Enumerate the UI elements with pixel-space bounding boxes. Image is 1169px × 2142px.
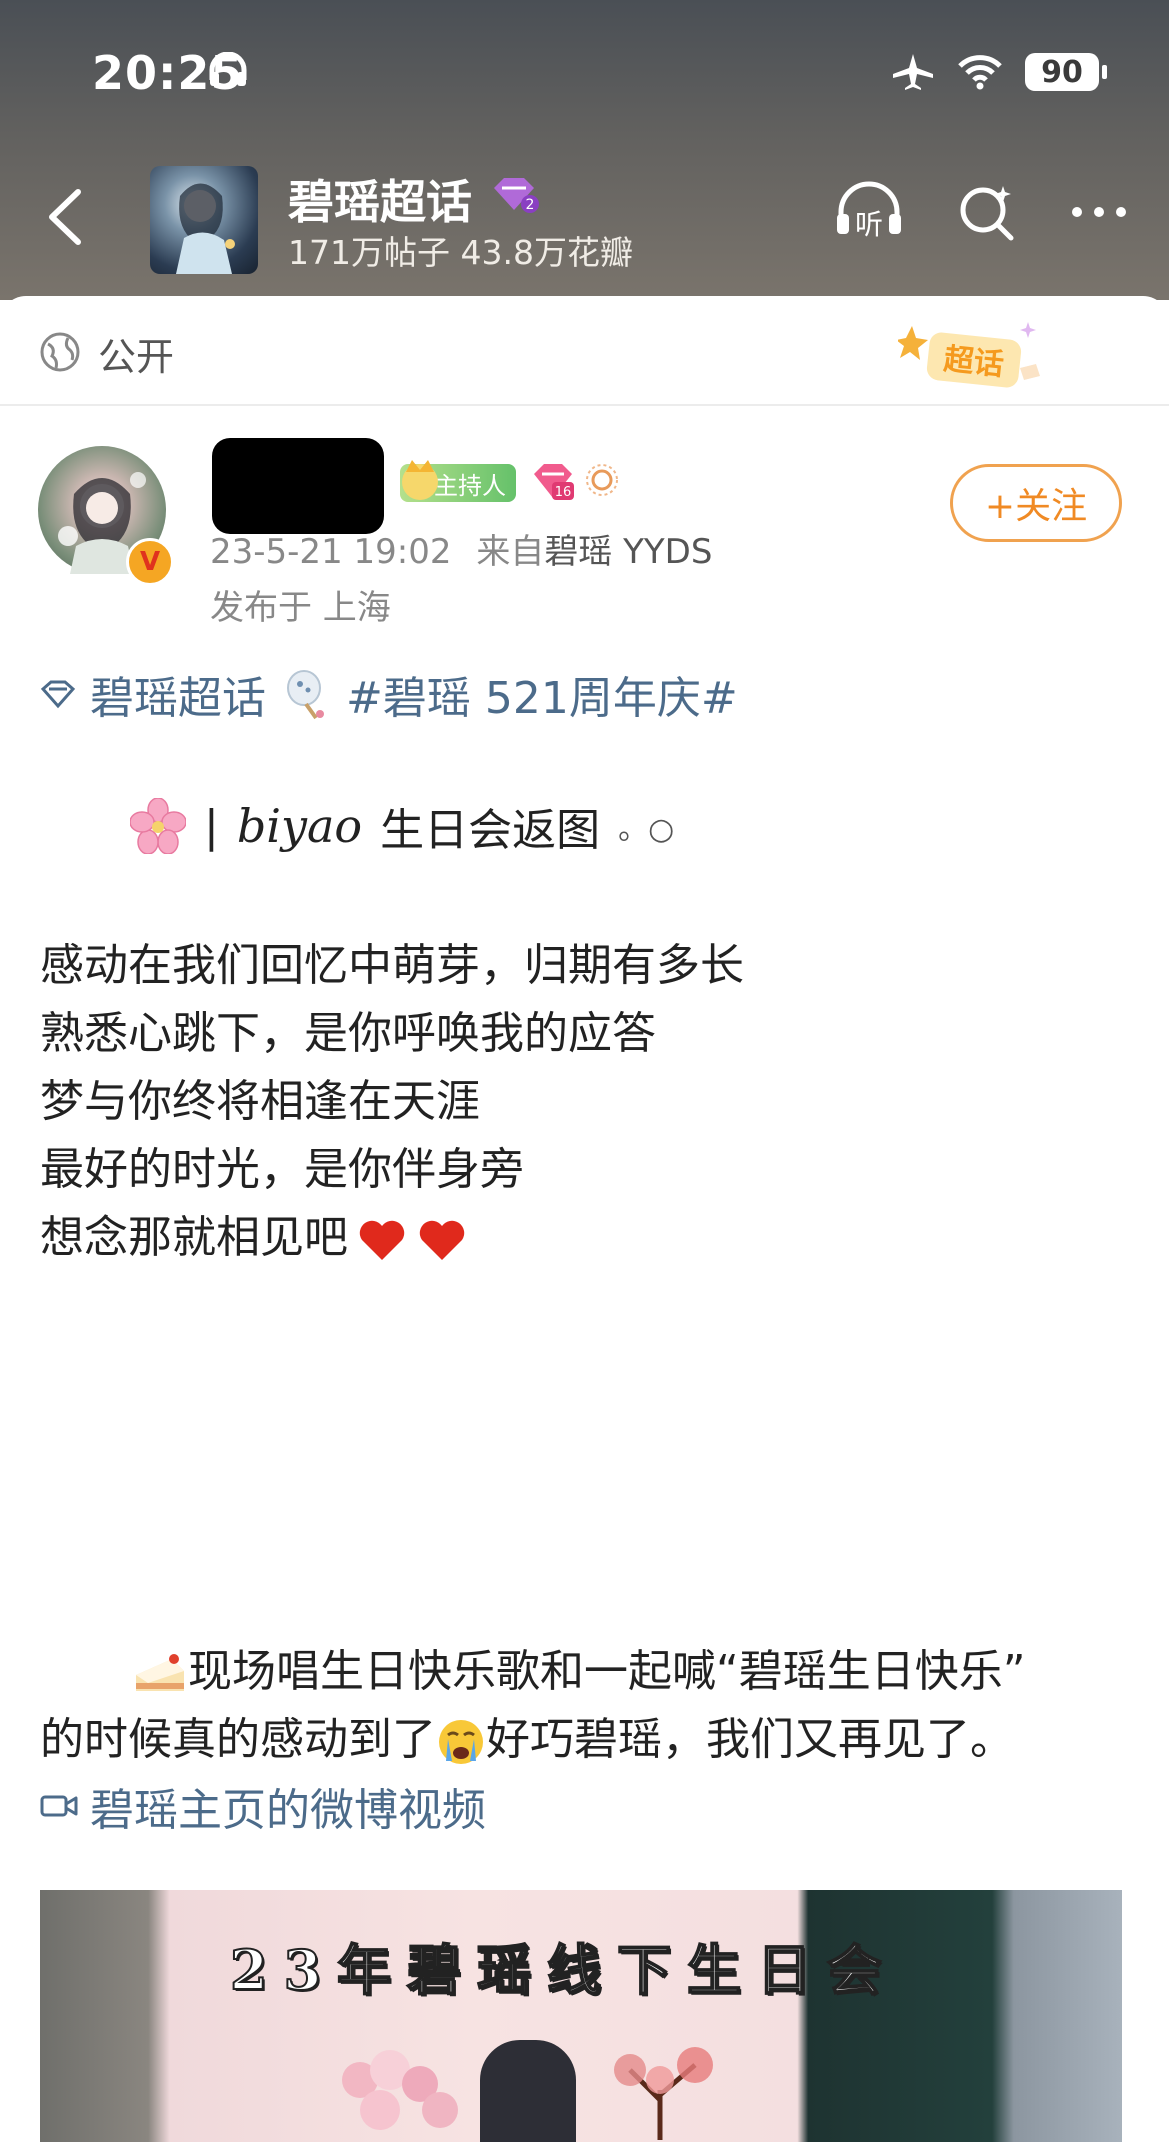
blossom-tree-illustration [614, 2047, 713, 2140]
poem-block: 感动在我们回忆中萌芽，归期有多长 熟悉心跳下，是你呼唤我的应答 梦与你终将相逢在… [40, 932, 744, 1272]
airplane-icon [893, 54, 933, 90]
post-paragraph: 现场唱生日快乐歌和一起喊“碧瑶生日快乐” 的时候真的感动到了 好巧碧瑶，我们又再见… [40, 1638, 1140, 1774]
fan-emoji-icon [287, 670, 324, 720]
topic-stats: 171万帖子 43.8万花瓣 [288, 233, 633, 272]
svg-text:2: 2 [526, 197, 535, 213]
back-icon[interactable] [36, 182, 96, 252]
topic-title: 碧瑶超话 [288, 175, 472, 229]
search-icon[interactable] [955, 180, 1019, 244]
follow-button[interactable]: +关注 [950, 464, 1122, 542]
post-meta-time-source: 23-5-21 19:02 来自碧瑶 YYDS [210, 524, 712, 573]
paragraph-line-1: 现场唱生日快乐歌和一起喊“碧瑶生日快乐” [40, 1638, 1140, 1706]
status-icons: 90 [891, 52, 1107, 92]
sun-badge-icon [586, 464, 618, 496]
visibility-row: 公开 超话 [0, 296, 1169, 406]
post-subtitle: | biyao 生日会返图 。○ [130, 794, 674, 858]
more-icon[interactable] [1069, 202, 1129, 222]
subtitle-script: biyao [236, 799, 363, 853]
subtitle-text: 生日会返图 [380, 805, 601, 856]
topic-tags-row: 碧瑶超话 #碧瑶 521周年庆# [40, 662, 738, 726]
post-source[interactable]: 碧瑶 YYDS [544, 532, 712, 572]
topic-nav-bar: 碧瑶超话 2 171万帖子 43.8万花瓣 听 [0, 160, 1169, 274]
topic-tag-link[interactable]: 碧瑶超话 [90, 662, 266, 726]
visibility-label: 公开 [98, 335, 175, 379]
poem-line: 梦与你终将相逢在天涯 [40, 1076, 480, 1127]
cake-icon [136, 1654, 184, 1691]
heart-icon [419, 1220, 465, 1260]
post-timestamp: 23-5-21 19:02 [210, 532, 452, 572]
paragraph-line-2: 的时候真的感动到了 好巧碧瑶，我们又再见了。 [40, 1706, 1140, 1774]
paragraph-text-1: 现场唱生日快乐歌和一起喊“碧瑶生日快乐” [188, 1646, 1026, 1697]
topic-level-icon: 2 [494, 178, 539, 213]
listen-icon[interactable]: 听 [833, 180, 905, 244]
video-overlay-title: 23年碧瑶线下生日会 [229, 1937, 898, 2003]
svg-text:16: 16 [555, 485, 572, 500]
headphones-icon [209, 52, 247, 86]
subtitle-dots: 。○ [618, 812, 675, 847]
header-background: 20:25 90 碧瑶超话 2 171万帖子 43.8万花瓣 听 [0, 0, 1169, 300]
topic-diamond-icon [40, 680, 76, 709]
post-card: 公开 超话 V 主持人 16 23-5-21 19:02 来自碧瑶 YYDS 发… [0, 296, 1169, 2142]
redacted-username [212, 438, 384, 534]
cherry-blossom-icon [130, 798, 186, 854]
paragraph-text-2a: 的时候真的感动到了 [40, 1714, 436, 1765]
chaohua-badge-icon: 超话 [898, 322, 1040, 388]
post-location: 发布于 上海 [210, 588, 391, 628]
hashtag-link[interactable]: #碧瑶 521周年庆# [346, 662, 738, 726]
poem-line: 感动在我们回忆中萌芽，归期有多长 [40, 940, 744, 991]
host-badge-icon [402, 460, 438, 500]
heart-icon [359, 1220, 405, 1260]
topic-cover-image[interactable] [150, 166, 258, 274]
wifi-icon [958, 55, 1002, 90]
video-link[interactable]: 碧瑶主页的微博视频 [40, 1774, 486, 1838]
balloons-illustration [342, 2050, 458, 2130]
crying-face-icon [439, 1720, 483, 1764]
poem-line: 最好的时光，是你伴身旁 [40, 1144, 524, 1195]
member-level-icon: 16 [534, 464, 574, 500]
source-prefix: 来自 [476, 532, 545, 572]
subtitle-bar: | [204, 800, 219, 852]
svg-text:超话: 超话 [942, 342, 1005, 383]
poem-line: 想念那就相见吧 [40, 1212, 348, 1263]
video-link-label: 碧瑶主页的微博视频 [90, 1785, 486, 1836]
cover-illustration [176, 183, 235, 274]
video-figure [480, 2040, 576, 2142]
verified-badge: V [126, 538, 174, 586]
battery-icon: 90 [1025, 53, 1107, 91]
video-icon [40, 1795, 78, 1817]
poem-line: 熟悉心跳下，是你呼唤我的应答 [40, 1008, 656, 1059]
video-thumbnail[interactable]: 23年碧瑶线下生日会 [40, 1890, 1122, 2142]
svg-text:听: 听 [855, 208, 883, 241]
paragraph-text-2b: 好巧碧瑶，我们又再见了。 [486, 1714, 1014, 1765]
poem-last-line: 想念那就相见吧 [40, 1204, 744, 1272]
globe-icon [40, 332, 80, 372]
